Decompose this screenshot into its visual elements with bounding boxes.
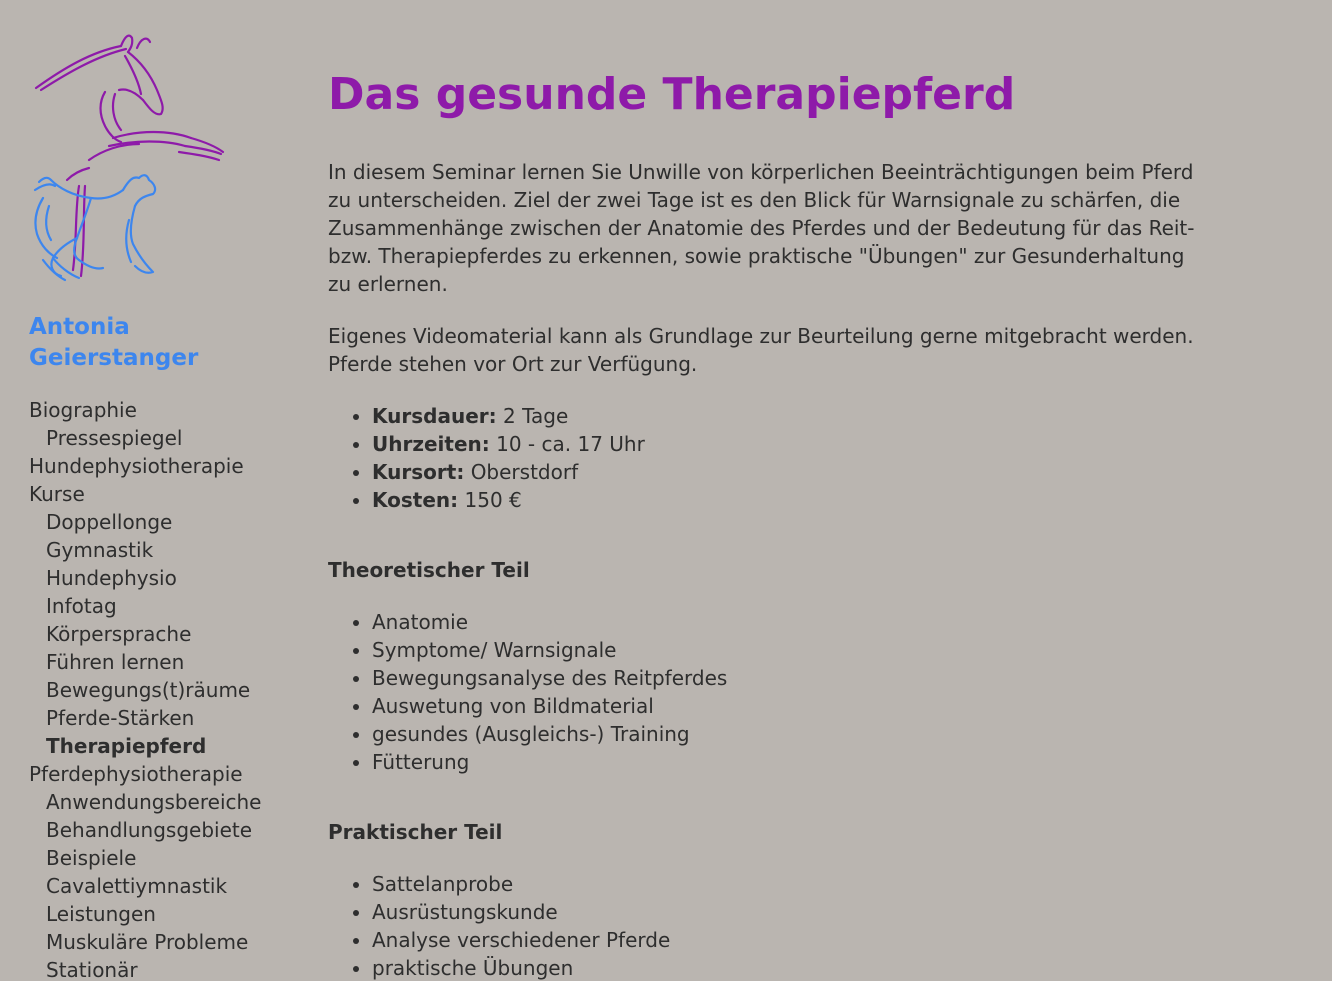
course-fact-separator: : <box>488 404 497 428</box>
practice-heading: Praktischer Teil <box>328 820 503 844</box>
theory-list-item: Symptome/ Warnsignale <box>372 636 1198 664</box>
course-fact-value: 10 - ca. 17 Uhr <box>496 432 645 456</box>
main-content: Das gesunde Therapiepferd In diesem Semi… <box>328 62 1198 981</box>
sidebar-item-korpersprache[interactable]: Körpersprache <box>29 620 299 648</box>
video-note-paragraph: Eigenes Videomaterial kann als Grundlage… <box>328 324 1194 376</box>
sidebar-item-pferde-starken[interactable]: Pferde-Stärken <box>29 704 299 732</box>
sidebar-item-muskulare-probleme[interactable]: Muskuläre Probleme <box>29 928 299 956</box>
theory-list-item: gesundes (Ausgleichs-) Training <box>372 720 1198 748</box>
practice-list-item: Sattelanprobe <box>372 870 1198 898</box>
course-fact-label: Kursdauer <box>372 404 489 428</box>
theory-heading: Theoretischer Teil <box>328 558 530 582</box>
theory-list-item: Bewegungsanalyse des Reitpferdes <box>372 664 1198 692</box>
practice-list-item: Analyse verschiedener Pferde <box>372 926 1198 954</box>
sidebar-item-kurse[interactable]: Kurse <box>29 480 299 508</box>
course-fact-separator: : <box>481 432 490 456</box>
course-fact-value: Oberstdorf <box>470 460 579 484</box>
owner-name[interactable]: Antonia Geierstanger <box>29 312 299 374</box>
sidebar-item-beispiele[interactable]: Beispiele <box>29 844 299 872</box>
sidebar-item-fuhren-lernen[interactable]: Führen lernen <box>29 648 299 676</box>
sidebar-item-bewegungs-t-raume[interactable]: Bewegungs(t)räume <box>29 676 299 704</box>
theory-list-item: Fütterung <box>372 748 1198 776</box>
owner-name-line2: Geierstanger <box>29 345 199 371</box>
intro-paragraph: In diesem Seminar lernen Sie Unwille von… <box>328 160 1195 296</box>
practice-list: SattelanprobeAusrüstungskundeAnalyse ver… <box>328 870 1198 981</box>
course-fact-item: Uhrzeiten: 10 - ca. 17 Uhr <box>372 430 1198 458</box>
sidebar-item-doppellonge[interactable]: Doppellonge <box>29 508 299 536</box>
theory-list: AnatomieSymptome/ WarnsignaleBewegungsan… <box>328 608 1198 776</box>
sidebar-item-pressespiegel[interactable]: Pressespiegel <box>29 424 299 452</box>
owner-name-line1: Antonia <box>29 314 130 340</box>
sidebar-nav: Biographie Pressespiegel Hundephysiotherap… <box>29 396 299 981</box>
sidebar-item-hundephysiotherapie[interactable]: Hundephysiotherapie <box>29 452 299 480</box>
sidebar-item-therapiepferd[interactable]: Therapiepferd <box>29 732 299 760</box>
course-facts-list: Kursdauer: 2 TageUhrzeiten: 10 - ca. 17 … <box>328 402 1198 514</box>
course-fact-item: Kursort: Oberstdorf <box>372 458 1198 486</box>
horse-dog-logo-icon[interactable] <box>29 30 229 292</box>
page-title: Das gesunde Therapiepferd <box>328 69 1016 120</box>
course-fact-label: Kursort <box>372 460 457 484</box>
sidebar-item-behandlungsgebiete[interactable]: Behandlungsgebiete <box>29 816 299 844</box>
page: Antonia Geierstanger Biographie Pressespi… <box>0 0 1332 981</box>
course-fact-separator: : <box>456 460 465 484</box>
practice-list-item: praktische Übungen <box>372 954 1198 981</box>
sidebar-item-leistungen[interactable]: Leistungen <box>29 900 299 928</box>
sidebar-item-pferdephysiotherapie[interactable]: Pferdephysiotherapie <box>29 760 299 788</box>
sidebar-item-cavalettiymnastik[interactable]: Cavalettiymnastik <box>29 872 299 900</box>
course-fact-label: Uhrzeiten <box>372 432 482 456</box>
course-fact-item: Kosten: 150 € <box>372 486 1198 514</box>
sidebar-item-hundephysio[interactable]: Hundephysio <box>29 564 299 592</box>
sidebar-item-biographie[interactable]: Biographie <box>29 396 299 424</box>
course-fact-separator: : <box>450 488 459 512</box>
sidebar-item-gymnastik[interactable]: Gymnastik <box>29 536 299 564</box>
sidebar-item-stationar[interactable]: Stationär <box>29 956 299 981</box>
course-fact-value: 150 € <box>464 488 522 512</box>
practice-list-item: Ausrüstungskunde <box>372 898 1198 926</box>
course-fact-label: Kosten <box>372 488 451 512</box>
sidebar-item-anwendungsbereiche[interactable]: Anwendungsbereiche <box>29 788 299 816</box>
theory-list-item: Anatomie <box>372 608 1198 636</box>
course-fact-item: Kursdauer: 2 Tage <box>372 402 1198 430</box>
sidebar: Antonia Geierstanger Biographie Pressespi… <box>29 30 299 981</box>
theory-list-item: Auswetung von Bildmaterial <box>372 692 1198 720</box>
sidebar-item-infotag[interactable]: Infotag <box>29 592 299 620</box>
course-fact-value: 2 Tage <box>503 404 569 428</box>
